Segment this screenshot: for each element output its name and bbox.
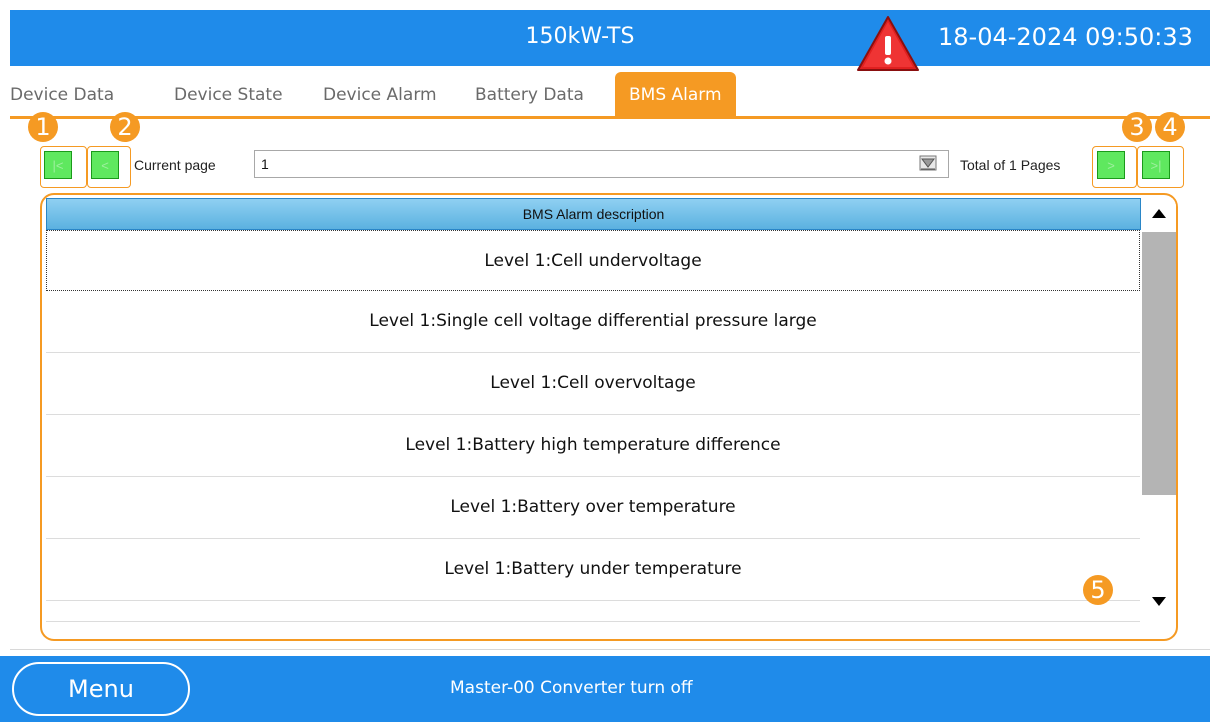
dropdown-icon[interactable]: [918, 154, 942, 174]
table-row[interactable]: Level 1:Cell undervoltage: [46, 230, 1140, 291]
table-row[interactable]: Level 1:Battery high temperature differe…: [46, 415, 1140, 477]
tab-bar: Device Data Device State Device Alarm Ba…: [10, 72, 1210, 116]
marker-4: 4: [1155, 112, 1185, 142]
last-page-button[interactable]: >|: [1142, 151, 1170, 179]
tab-device-alarm[interactable]: Device Alarm: [323, 72, 437, 116]
marker-2: 2: [110, 112, 140, 142]
status-message: Master-00 Converter turn off: [450, 678, 693, 698]
current-page-label: Current page: [134, 157, 216, 173]
scroll-up-button[interactable]: [1142, 198, 1176, 230]
alarm-table: BMS Alarm description Level 1:Cell under…: [40, 193, 1178, 641]
tab-device-data[interactable]: Device Data: [10, 72, 114, 116]
bottom-bar: Menu Master-00 Converter turn off: [0, 656, 1210, 722]
top-bar: 150kW-TS 18-04-2024 09:50:33: [10, 10, 1210, 71]
tab-battery-data[interactable]: Battery Data: [475, 72, 584, 116]
warning-triangle-icon[interactable]: [855, 14, 921, 74]
scroll-thumb[interactable]: [1142, 232, 1176, 495]
scrollbar[interactable]: [1142, 198, 1176, 618]
scroll-down-button[interactable]: [1142, 585, 1176, 617]
menu-button[interactable]: Menu: [12, 662, 190, 716]
tab-device-state[interactable]: Device State: [174, 72, 283, 116]
next-page-button[interactable]: >: [1097, 151, 1125, 179]
first-page-button[interactable]: |<: [44, 151, 72, 179]
table-row[interactable]: Level 1:Single cell voltage differential…: [46, 291, 1140, 353]
marker-5: 5: [1083, 575, 1113, 605]
arrow-down-icon: [1152, 597, 1166, 606]
table-row[interactable]: Level 1:Cell overvoltage: [46, 353, 1140, 415]
table-row[interactable]: [46, 601, 1140, 622]
table-body: Level 1:Cell undervoltage Level 1:Single…: [46, 230, 1140, 622]
arrow-up-icon: [1152, 209, 1166, 218]
table-row[interactable]: Level 1:Battery over temperature: [46, 477, 1140, 539]
table-header: BMS Alarm description: [46, 198, 1141, 230]
marker-1: 1: [28, 112, 58, 142]
table-row[interactable]: Level 1:Battery under temperature: [46, 539, 1140, 601]
marker-3: 3: [1122, 112, 1152, 142]
datetime-display: 18-04-2024 09:50:33: [938, 23, 1193, 51]
current-page-select[interactable]: 1: [254, 150, 949, 178]
previous-page-button[interactable]: <: [91, 151, 119, 179]
total-pages-label: Total of 1 Pages: [960, 157, 1061, 173]
tab-bms-alarm[interactable]: BMS Alarm: [615, 72, 736, 116]
